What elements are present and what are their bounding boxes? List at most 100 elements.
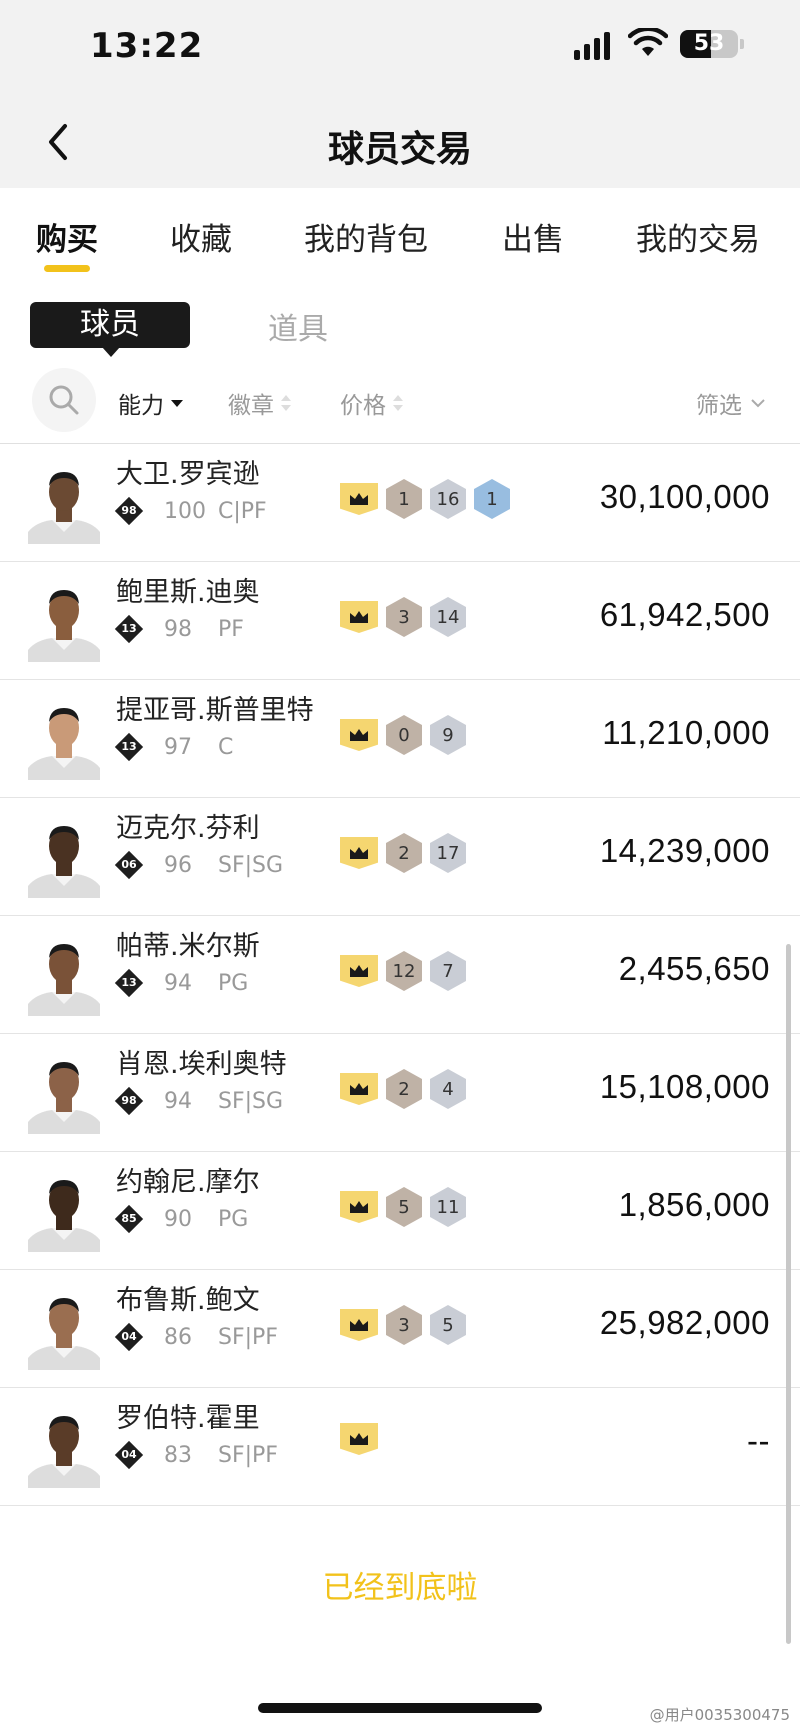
tier-number: 13 [121,740,137,753]
active-tab-indicator [44,265,90,272]
player-price: 11,210,000 [602,714,770,751]
battery-nub [740,39,744,49]
player-rating: 96 [164,852,192,878]
badge-group: 5 11 [340,1187,466,1227]
filter-button[interactable]: 筛选 [696,386,766,420]
tab-buy[interactable]: 购买 [36,214,98,259]
bronze-badge-hex: 1 [386,479,422,519]
main-tabs: 购买 收藏 我的背包 出售 我的交易 [0,188,800,278]
player-row[interactable]: 布鲁斯.鲍文 04 86 SF|PF 35 25,982,000 [0,1270,800,1388]
chevron-down-icon [751,399,765,408]
status-time: 13:22 [90,26,204,66]
player-name: 提亚哥.斯普里特 [116,695,314,726]
tier-badge: 13 [114,614,144,644]
player-name: 肖恩.埃利奥特 [116,1049,287,1080]
badge-group: 09 [340,715,466,755]
silver-badge-hex: 16 [430,479,466,519]
crown-icon [340,837,378,869]
player-rating: 94 [164,970,192,996]
signal-icon [574,30,610,60]
player-rating: 94 [164,1088,192,1114]
tab-favorites[interactable]: 收藏 [170,214,232,259]
player-row[interactable]: 罗伯特.霍里 04 83 SF|PF -- [0,1388,800,1506]
crown-icon [340,601,378,633]
player-price: 1,856,000 [618,1186,770,1223]
sort-ability-label: 能力 [118,393,164,419]
sort-badge[interactable]: 徽章 [228,386,292,420]
silver-badge-hex: 14 [430,597,466,637]
player-name: 帕蒂.米尔斯 [116,931,260,962]
subtab-players[interactable]: 球员 [30,302,190,357]
sort-price-label: 价格 [340,393,386,419]
silver-badge-hex: 7 [430,951,466,991]
tier-number: 04 [121,1448,137,1461]
tier-number: 13 [121,622,137,635]
player-rating: 98 [164,616,192,642]
badge-group: 2 17 [340,833,466,873]
player-row[interactable]: 帕蒂.米尔斯 13 94 PG 12 7 2,455,650 [0,916,800,1034]
watermark: @用户0035300475 [649,1706,790,1724]
home-indicator [258,1703,542,1713]
tier-number: 85 [121,1212,137,1225]
player-name: 约翰尼.摩尔 [116,1167,260,1198]
tier-number: 98 [121,1094,137,1107]
silver-badge-hex: 17 [430,833,466,873]
player-row[interactable]: 肖恩.埃利奥特 98 94 SF|SG 24 15,108,000 [0,1034,800,1152]
silver-badge-hex: 5 [430,1305,466,1345]
sort-ability[interactable]: 能力 [118,386,184,420]
tier-badge: 98 [114,1086,144,1116]
player-avatar [28,698,100,780]
silver-badge-hex: 11 [430,1187,466,1227]
bronze-badge-hex: 2 [386,833,422,873]
player-position: SF|SG [218,1088,284,1114]
tab-sell[interactable]: 出售 [502,214,564,259]
player-rating: 90 [164,1206,192,1232]
player-list: 大卫.罗宾逊 98 100 C|PF 1 16 1 30,100,000 鲍里斯… [0,444,800,1506]
silver-badge-hex: 9 [430,715,466,755]
player-price: 25,982,000 [599,1304,770,1341]
search-button[interactable] [32,368,96,432]
player-avatar [28,462,100,544]
player-avatar [28,1288,100,1370]
tier-number: 13 [121,976,137,989]
player-row[interactable]: 鲍里斯.迪奥 13 98 PF 3 14 61,942,500 [0,562,800,680]
player-position: C [218,734,234,760]
player-position: PF [218,616,244,642]
end-of-list-text: 已经到底啦 [322,1570,478,1606]
player-price: 30,100,000 [599,478,770,515]
tab-my-trades[interactable]: 我的交易 [636,214,760,259]
tier-badge: 85 [114,1204,144,1234]
crown-icon [340,483,378,515]
page-title: 球员交易 [327,129,472,170]
sort-desc-icon [171,400,183,407]
scrollbar[interactable] [786,944,791,1644]
player-position: SF|SG [218,852,284,878]
tier-number: 06 [121,858,137,871]
gold-badge-hex: 1 [474,479,510,519]
crown-icon [340,1423,378,1455]
player-row[interactable]: 提亚哥.斯普里特 13 97 C 09 11,210,000 [0,680,800,798]
player-name: 布鲁斯.鲍文 [116,1285,260,1316]
bronze-badge-hex: 3 [386,1305,422,1345]
crown-icon [340,955,378,987]
subtab-items[interactable]: 道具 [268,304,328,348]
crown-icon [340,1073,378,1105]
bronze-badge-hex: 0 [386,715,422,755]
player-avatar [28,1170,100,1252]
tier-badge: 06 [114,850,144,880]
player-row[interactable]: 迈克尔.芬利 06 96 SF|SG 2 17 14,239,000 [0,798,800,916]
player-price: 15,108,000 [599,1068,770,1105]
crown-icon [340,719,378,751]
battery-percent: 53 [693,31,725,56]
player-row[interactable]: 约翰尼.摩尔 85 90 PG 5 11 1,856,000 [0,1152,800,1270]
tab-my-backpack[interactable]: 我的背包 [304,214,428,259]
tier-badge: 04 [114,1440,144,1470]
badge-group: 24 [340,1069,466,1109]
player-name: 罗伯特.霍里 [116,1403,260,1434]
badge-group: 35 [340,1305,466,1345]
sort-price[interactable]: 价格 [340,386,404,420]
player-avatar [28,816,100,898]
player-rating: 100 [164,498,206,524]
player-row[interactable]: 大卫.罗宾逊 98 100 C|PF 1 16 1 30,100,000 [0,444,800,562]
crown-icon [340,1191,378,1223]
